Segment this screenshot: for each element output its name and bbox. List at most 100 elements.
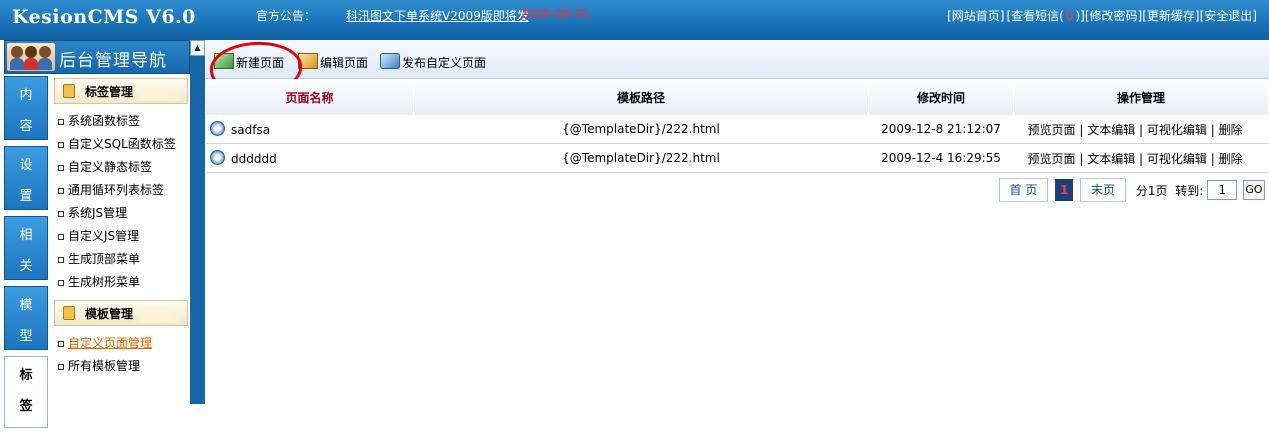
logout-link[interactable]: [安全退出] [1200,9,1257,23]
scroll-up-arrow-icon[interactable]: ▲ [190,40,205,56]
change-password-link[interactable]: [修改密码] [1085,9,1142,23]
site-home-link[interactable]: [网站首页] [947,9,1004,23]
menu-item-custom-sql-labels[interactable]: 自定义SQL函数标签 [54,133,188,156]
pagination: 首 页 1 末页 分1页 转到: 1 GO [999,178,1269,202]
menu-item-loop-list-labels[interactable]: 通用循环列表标签 [54,179,188,202]
page-name-cell: sadfsa [206,115,414,144]
menu-item-link[interactable]: 自定义JS管理 [68,229,139,243]
menu-item-link[interactable]: 生成顶部菜单 [68,252,140,266]
tab-char: 置 [5,178,47,209]
message-count: 0 [1066,9,1074,23]
ie-page-icon [210,150,225,165]
menu-item-generate-top-menu[interactable]: 生成顶部菜单 [54,248,188,271]
tab-char: 相 [5,217,47,248]
update-cache-link[interactable]: [更新缓存] [1142,9,1199,23]
menu-item-link[interactable]: 系统JS管理 [68,206,127,220]
notice-label: 官方公告： [256,7,316,24]
toolbar: 新建页面 编辑页面 发布自定义页面 [206,40,1269,79]
tab-related[interactable]: 相 关 [4,216,48,280]
column-header-page-name: 页面名称 [206,79,414,115]
notice-link[interactable]: 科汛图文下单系统V2009版即将发 [346,7,529,24]
view-messages-link[interactable]: [查看短信(0)] [1004,9,1084,23]
column-header-template-path: 模板路径 [414,79,869,115]
separator: | [1135,152,1147,166]
tab-labels[interactable]: 标 签 [4,356,48,428]
page-name: sadfsa [231,123,270,137]
menu-item-system-js[interactable]: 系统JS管理 [54,202,188,225]
table-row: dddddd {@TemplateDir}/222.html 2009-12-4… [206,144,1269,173]
group-header-decoration [131,81,185,101]
menu-group-template-management[interactable]: 模板管理 [54,300,188,326]
current-page-indicator: 1 [1055,179,1073,201]
main-content: 新建页面 编辑页面 发布自定义页面 页面名称 模板路径 修改时间 操作管理 sa… [206,40,1269,404]
messages-prefix: [查看短信( [1006,9,1063,23]
menu-item-link[interactable]: 自定义静态标签 [68,160,152,174]
separator: | [1076,123,1088,137]
menu-item-link[interactable]: 自定义页面管理 [68,336,152,350]
menu-item-generate-tree-menu[interactable]: 生成树形菜单 [54,271,188,294]
separator: | [1135,123,1147,137]
actions-cell: 预览页面 | 文本编辑 | 可视化编辑 | 删除 [1014,115,1269,144]
sidebar-menu: 标签管理 系统函数标签 自定义SQL函数标签 自定义静态标签 通用循环列表标签 … [54,78,188,384]
hand-icon [63,84,75,98]
menu-group-label-management[interactable]: 标签管理 [54,78,188,104]
page-name: dddddd [231,152,277,166]
menu-item-link[interactable]: 生成树形菜单 [68,275,140,289]
menu-item-all-templates[interactable]: 所有模板管理 [54,355,188,378]
text-edit-link[interactable]: 文本编辑 [1087,123,1135,137]
tab-settings[interactable]: 设 置 [4,146,48,210]
publish-page-button[interactable]: 发布自定义页面 [380,53,486,71]
menu-item-link[interactable]: 所有模板管理 [68,359,140,373]
tab-content[interactable]: 内 容 [4,76,48,140]
page-name-cell: dddddd [206,144,414,173]
visual-edit-link[interactable]: 可视化编辑 [1147,123,1207,137]
admin-avatar-icon [7,43,55,71]
menu-item-link[interactable]: 自定义SQL函数标签 [68,137,176,151]
tab-char: 标 [5,357,47,388]
separator: | [1076,152,1088,166]
table-header-row: 页面名称 模板路径 修改时间 操作管理 [206,79,1269,115]
vertical-tabs: 内 容 设 置 相 关 模 型 标 签 [4,76,48,434]
modified-time-cell: 2009-12-4 16:29:55 [869,144,1014,173]
column-header-modified-time: 修改时间 [869,79,1014,115]
menu-item-link[interactable]: 通用循环列表标签 [68,183,164,197]
goto-page-input[interactable]: 1 [1207,180,1237,200]
tab-model[interactable]: 模 型 [4,286,48,350]
tab-char: 容 [5,108,47,139]
delete-link[interactable]: 删除 [1219,123,1243,137]
menu-item-custom-static-labels[interactable]: 自定义静态标签 [54,156,188,179]
hand-icon [63,306,75,320]
last-page-button[interactable]: 末页 [1080,178,1126,202]
publish-page-icon [380,53,400,69]
menu-item-system-function-labels[interactable]: 系统函数标签 [54,110,188,133]
tab-char: 设 [5,147,47,178]
actions-cell: 预览页面 | 文本编辑 | 可视化编辑 | 删除 [1014,144,1269,173]
tab-char: 型 [5,318,47,349]
modified-time-cell: 2009-12-8 21:12:07 [869,115,1014,144]
menu-item-custom-js[interactable]: 自定义JS管理 [54,225,188,248]
template-path-cell: {@TemplateDir}/222.html [414,115,869,144]
menu-item-link[interactable]: 系统函数标签 [68,114,140,128]
go-button[interactable]: GO [1243,180,1265,200]
menu-item-custom-pages[interactable]: 自定义页面管理 [54,332,188,355]
edit-page-button[interactable]: 编辑页面 [298,53,368,71]
goto-label: 转到: [1175,182,1203,199]
table-row: sadfsa {@TemplateDir}/222.html 2009-12-8… [206,115,1269,144]
messages-suffix: )] [1076,9,1085,23]
separator: | [1207,152,1219,166]
menu-group-title: 标签管理 [85,83,133,100]
text-edit-link[interactable]: 文本编辑 [1087,152,1135,166]
delete-link[interactable]: 删除 [1219,152,1243,166]
top-header: KesionCMS V6.0 官方公告： 科汛图文下单系统V2009版即将发 2… [0,0,1269,40]
template-path-cell: {@TemplateDir}/222.html [414,144,869,173]
sidebar: 后台管理导航 ▲ 内 容 设 置 相 关 模 型 标 签 标签管理 [0,40,206,404]
preview-link[interactable]: 预览页面 [1028,123,1076,137]
first-page-button[interactable]: 首 页 [999,178,1049,202]
page-total: 分1页 [1136,182,1168,199]
header-links: [网站首页][查看短信(0)][修改密码][更新缓存][安全退出] [947,7,1257,24]
publish-page-label: 发布自定义页面 [402,56,486,70]
preview-link[interactable]: 预览页面 [1028,152,1076,166]
ie-page-icon [210,121,225,136]
visual-edit-link[interactable]: 可视化编辑 [1147,152,1207,166]
sidebar-scrollbar[interactable] [190,56,205,404]
